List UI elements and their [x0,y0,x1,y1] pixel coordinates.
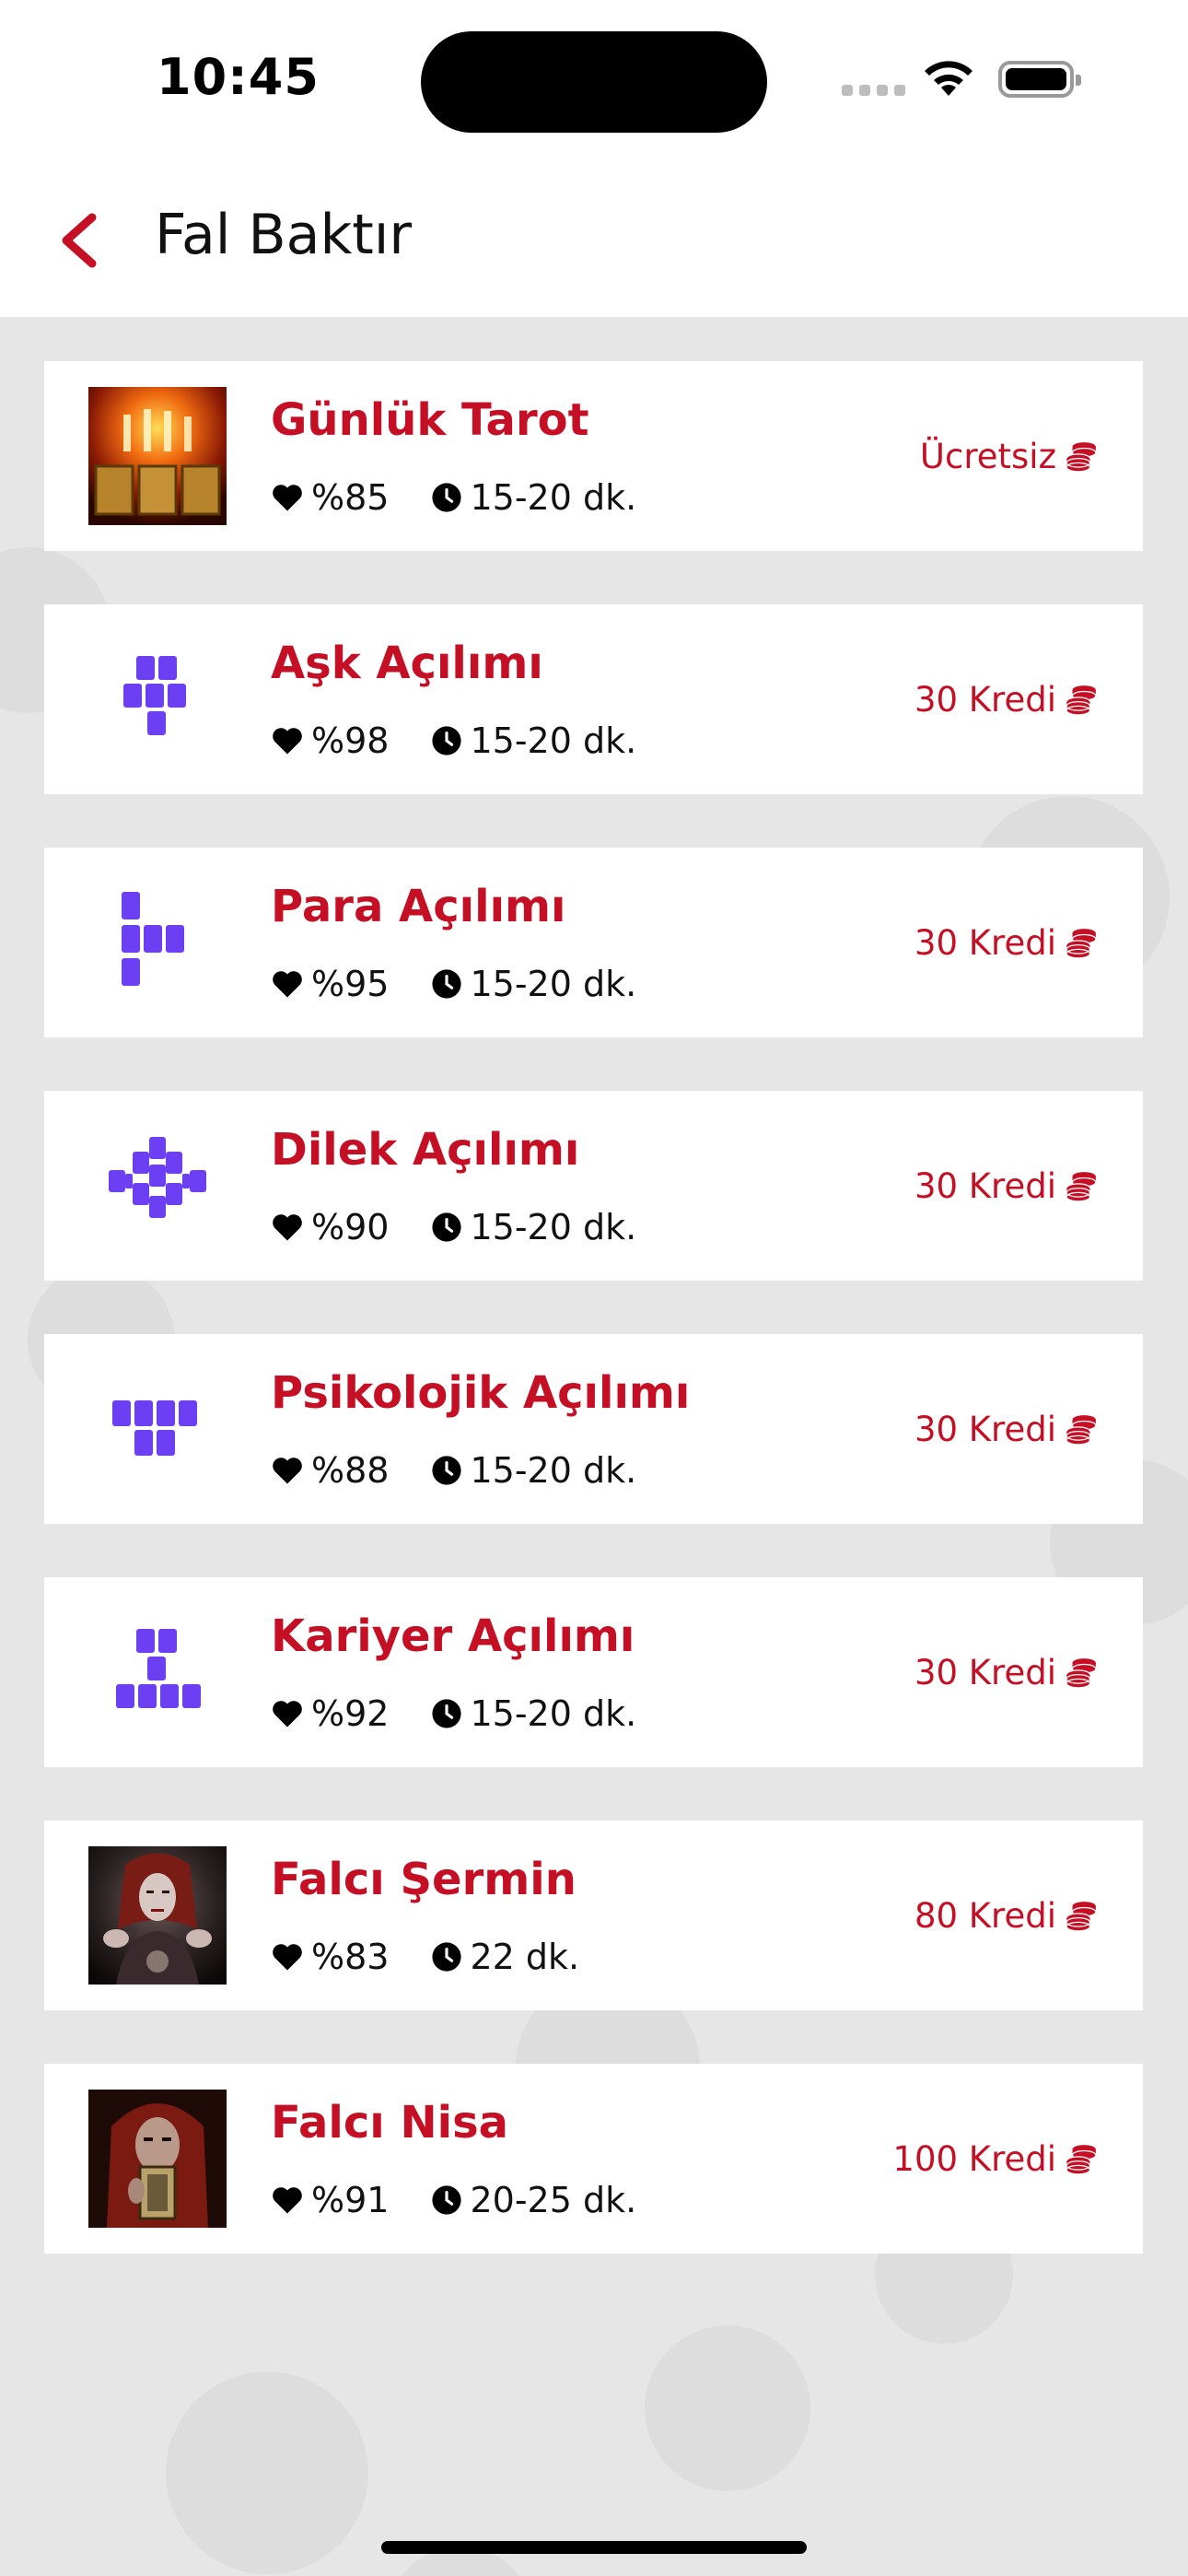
rating-value: %95 [311,964,390,1004]
status-time: 10:45 [157,48,320,106]
coins-icon [1066,1901,1097,1931]
rating-value: %91 [311,2180,390,2220]
wish-spread-icon [109,1137,206,1218]
clock-icon [432,2185,462,2215]
clock-icon [432,1456,462,1485]
rating-value: %90 [311,1207,390,1247]
heart-icon [273,485,302,511]
coins-icon [1066,928,1097,958]
duration-value: 15-20 dk. [470,1450,637,1491]
fortune-list: Günlük Tarot %85 15-20 dk. Ücretsiz Aşk … [44,361,1143,2307]
list-item-falci-nisa[interactable]: Falcı Nisa %91 20-25 dk. 100 Kredi [44,2064,1143,2254]
rating-value: %98 [311,720,390,761]
list-item-ask-acilimi[interactable]: Aşk Açılımı %98 15-20 dk. 30 Kredi [44,604,1143,794]
home-indicator[interactable] [381,2541,807,2554]
duration-value: 15-20 dk. [470,1207,637,1247]
duration-value: 15-20 dk. [470,477,637,518]
coins-icon [1066,2144,1097,2174]
list-item-gunluk-tarot[interactable]: Günlük Tarot %85 15-20 dk. Ücretsiz [44,361,1143,551]
price-label: 100 Kredi [892,2139,1099,2179]
heart-icon [273,728,302,755]
heart-icon [273,1701,302,1727]
item-title: Falcı Şermin [271,1854,577,1905]
coins-icon [1066,1657,1097,1688]
coins-icon [1066,1171,1097,1201]
duration-value: 22 dk. [470,1937,580,1977]
status-bar: 10:45 [0,0,1188,157]
item-title: Kariyer Açılımı [271,1610,635,1662]
clock-icon [432,969,462,999]
tarot-candles-image [88,387,227,525]
clock-icon [432,1699,462,1728]
price-label: 30 Kredi [914,923,1099,963]
duration-value: 15-20 dk. [470,964,637,1004]
duration-value: 20-25 dk. [470,2180,637,2220]
page-title: Fal Baktır [155,203,413,267]
heart-icon [273,1214,302,1241]
career-spread-icon [116,1629,201,1708]
item-title: Aşk Açılımı [271,638,543,689]
coins-icon [1066,685,1097,715]
list-item-psikolojik-acilimi[interactable]: Psikolojik Açılımı %88 15-20 dk. 30 Kred… [44,1334,1143,1524]
dynamic-island [421,31,767,133]
duration-value: 15-20 dk. [470,720,637,761]
battery-icon [998,61,1081,98]
price-label: 30 Kredi [914,1410,1099,1449]
item-title: Para Açılımı [271,881,566,932]
coins-icon [1066,1414,1097,1445]
item-title: Dilek Açılımı [271,1124,580,1176]
love-spread-icon [123,656,186,735]
rating-value: %92 [311,1693,390,1734]
rating-value: %85 [311,477,390,518]
nav-bar: Fal Baktır [0,157,1188,317]
clock-icon [432,1942,462,1972]
price-label: 80 Kredi [914,1896,1099,1936]
clock-icon [432,1212,462,1242]
cellular-signal-icon [842,85,906,98]
duration-value: 15-20 dk. [470,1693,637,1734]
heart-icon [273,1458,302,1484]
money-spread-icon [122,892,184,986]
price-label: 30 Kredi [914,1653,1099,1692]
price-label: 30 Kredi [914,1166,1099,1206]
item-title: Psikolojik Açılımı [271,1367,691,1419]
price-label: 30 Kredi [914,680,1099,720]
list-item-falci-sermin[interactable]: Falcı Şermin %83 22 dk. 80 Kredi [44,1821,1143,2010]
heart-icon [273,2187,302,2214]
fortune-teller-nisa-avatar [88,2090,227,2228]
coins-icon [1066,441,1097,472]
clock-icon [432,726,462,755]
item-title: Falcı Nisa [271,2097,509,2149]
list-item-kariyer-acilimi[interactable]: Kariyer Açılımı %92 15-20 dk. 30 Kredi [44,1577,1143,1767]
back-button[interactable] [53,208,109,273]
heart-icon [273,1944,302,1971]
rating-value: %88 [311,1450,390,1491]
clock-icon [432,483,462,512]
wifi-icon [925,61,973,96]
list-item-para-acilimi[interactable]: Para Açılımı %95 15-20 dk. 30 Kredi [44,848,1143,1037]
rating-value: %83 [311,1937,390,1977]
list-item-dilek-acilimi[interactable]: Dilek Açılımı %90 15-20 dk. 30 Kredi [44,1091,1143,1281]
psychology-spread-icon [112,1400,197,1456]
price-label: Ücretsiz [920,437,1099,476]
heart-icon [273,971,302,998]
item-title: Günlük Tarot [271,394,589,446]
fortune-teller-sermin-avatar [88,1846,227,1985]
